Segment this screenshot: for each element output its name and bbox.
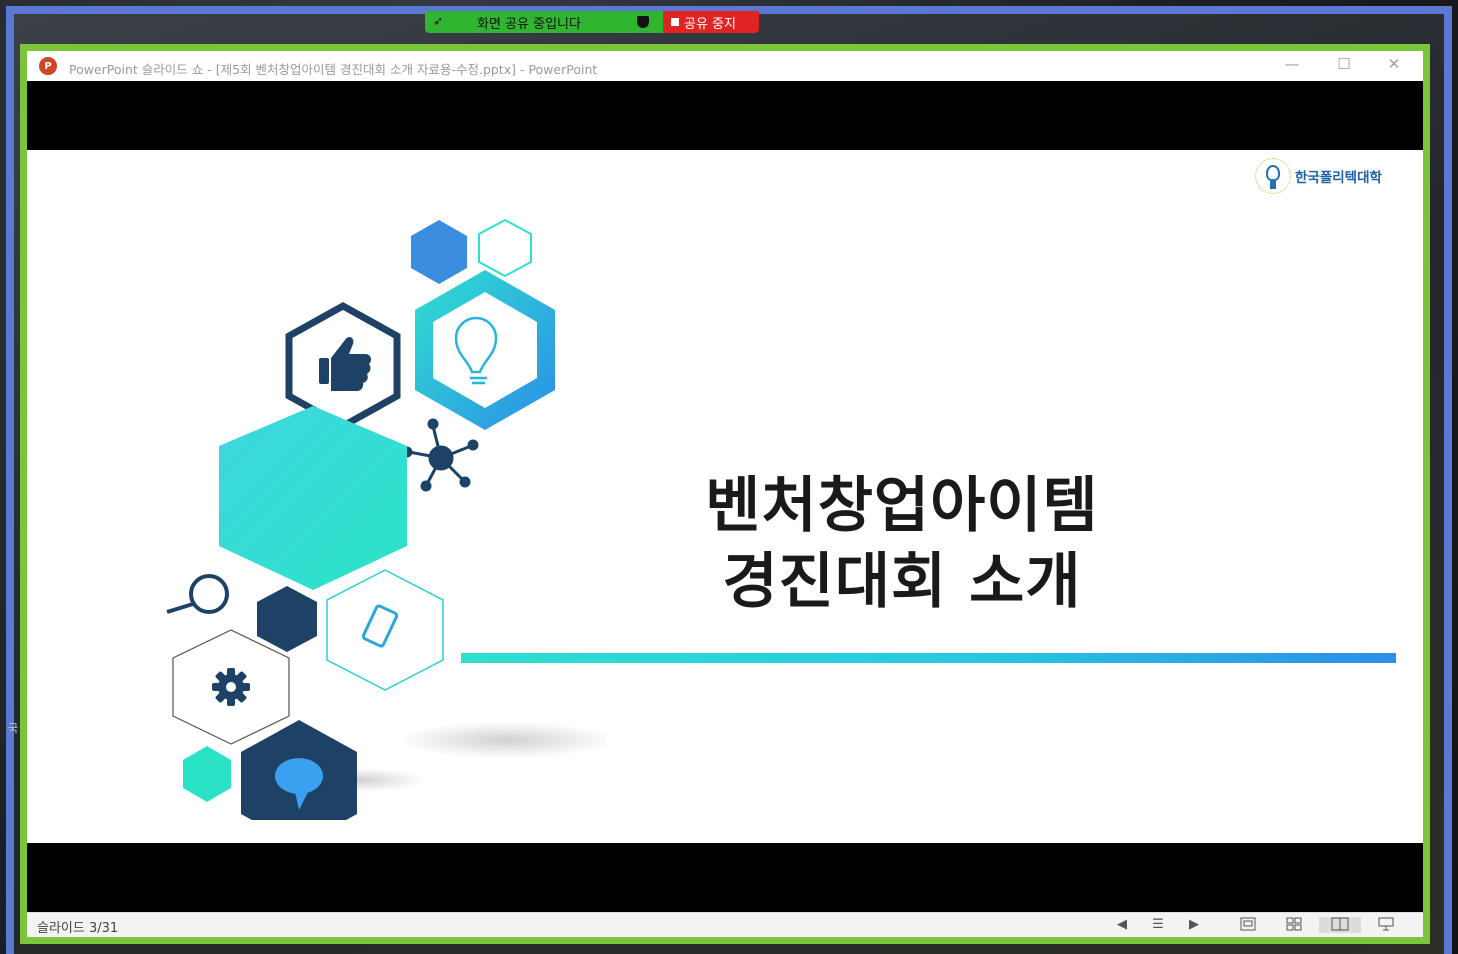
slideshow-menu-icon[interactable]: ☰ [1149, 917, 1167, 933]
gear-hexagon [172, 629, 290, 745]
close-button[interactable]: ✕ [1379, 55, 1409, 77]
share-status-text: 화면 공유 중입니다 [477, 17, 581, 32]
hexagon-illustration [166, 218, 607, 820]
window-title: PowerPoint 슬라이드 쇼 - [제5회 벤처창업아이템 경진대회 소개… [69, 62, 598, 77]
previous-slide-icon[interactable]: ◀ [1113, 917, 1131, 933]
logo-text: 한국폴리텍대학 [1295, 170, 1382, 186]
stop-square-icon [671, 18, 679, 26]
reading-view-icon[interactable] [1319, 917, 1361, 933]
title-accent-rule [461, 653, 1396, 663]
share-status-indicator: ➶ 화면 공유 중입니다 [425, 11, 663, 33]
small-blue-hexagon [411, 220, 467, 284]
slide-title-line-1: 벤처창업아이템 [705, 471, 1099, 541]
lightbulb-hexagon [415, 270, 555, 430]
slide-counter: 슬라이드 3/31 [37, 921, 119, 936]
thumbs-up-hexagon [285, 301, 401, 431]
slideshow-view-icon[interactable] [1377, 917, 1395, 933]
phone-hexagon [326, 569, 444, 691]
network-icon [401, 418, 479, 492]
minimize-button[interactable]: — [1277, 55, 1307, 77]
security-shield-icon [637, 16, 649, 28]
slide-sorter-icon[interactable] [1285, 917, 1303, 933]
large-cyan-hexagon [219, 406, 407, 590]
slide-title: 벤처창업아이템 경진대회 소개 [587, 468, 1217, 620]
college-logo: 한국폴리텍대학 [1255, 158, 1382, 194]
pin-icon[interactable]: ➶ [433, 14, 443, 28]
gear-icon [212, 668, 250, 706]
stop-share-button[interactable]: 공유 중지 [663, 11, 759, 33]
next-slide-icon[interactable]: ▶ [1185, 917, 1203, 933]
normal-view-icon[interactable] [1239, 917, 1257, 933]
magnifier-icon [166, 574, 229, 614]
dark-navy-hexagon [257, 586, 317, 652]
screen-share-bar: ➶ 화면 공유 중입니다 공유 중지 [425, 11, 759, 33]
edge-text: 국 [8, 722, 19, 735]
maximize-button[interactable]: ☐ [1329, 55, 1359, 77]
speech-hexagon [241, 720, 357, 820]
slideshow-status-bar: 슬라이드 3/31 ◀ ☰ ▶ [27, 912, 1423, 937]
window-titlebar: P PowerPoint 슬라이드 쇼 - [제5회 벤처창업아이템 경진대회 … [27, 51, 1423, 81]
stop-share-label: 공유 중지 [684, 16, 736, 32]
small-outline-hexagon [478, 218, 532, 278]
slide-title-line-2: 경진대회 소개 [722, 547, 1082, 617]
slide-canvas[interactable]: 한국폴리텍대학 벤처창업아이템 경진대회 소개 [27, 150, 1423, 843]
powerpoint-icon: P [39, 57, 57, 75]
small-teal-hexagon [183, 746, 231, 802]
shared-powerpoint-window: P PowerPoint 슬라이드 쇼 - [제5회 벤처창업아이템 경진대회 … [20, 44, 1430, 944]
logo-mark-icon [1255, 158, 1291, 194]
